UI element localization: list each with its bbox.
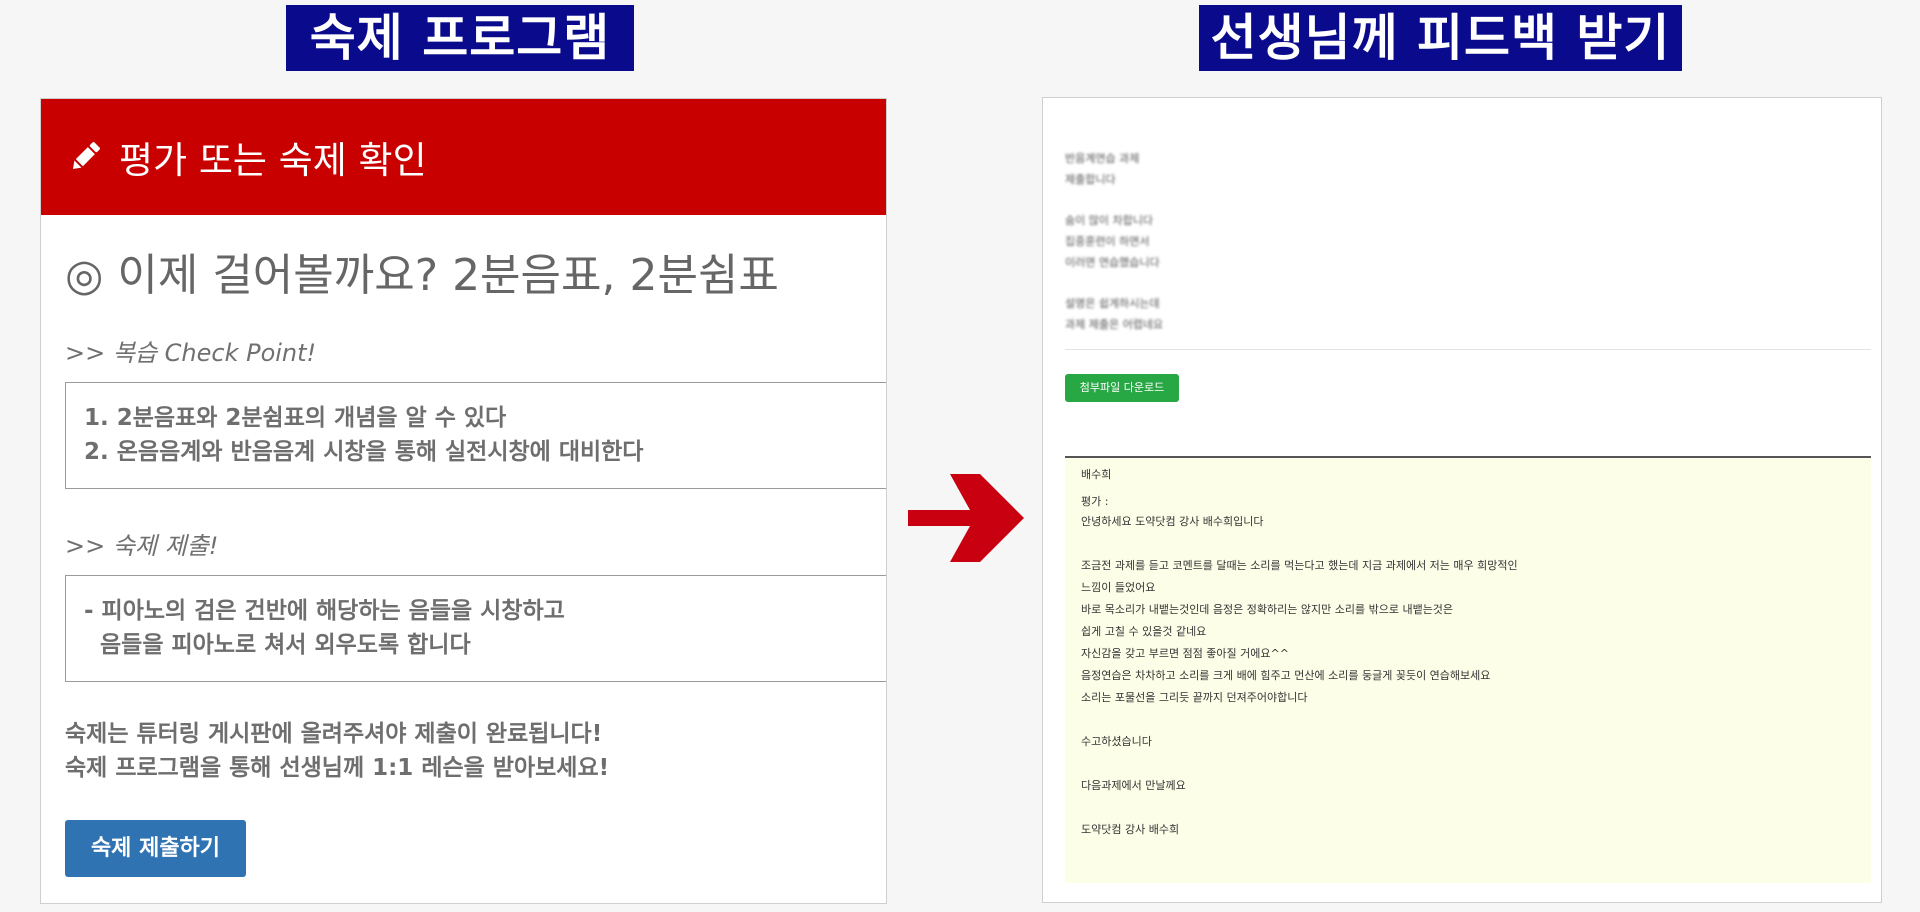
attachment-download-button[interactable]: 첨부파일 다운로드 [1065, 374, 1179, 402]
feedback-line [1081, 753, 1855, 775]
feedback-line: 소리는 포물선을 그리듯 끝까지 던져주어야합니다 [1081, 691, 1308, 704]
pencil-icon [72, 142, 100, 170]
student-post-text: 숨이 많이 차합니다 집중훈련이 하면서 이러면 연습했습니다 [1065, 214, 1160, 269]
submit-homework-button[interactable]: 숙제 제출하기 [65, 820, 246, 877]
review-item: 1. 2분음표와 2분쉼표의 개념을 알 수 있다 [84, 405, 507, 431]
notice-line: 숙제는 튜터링 게시판에 올려주셔야 제출이 완료됩니다! [65, 721, 603, 747]
feedback-line: 수고하셨습니다 [1081, 735, 1152, 748]
review-checkpoint-box: 1. 2분음표와 2분쉼표의 개념을 알 수 있다 2. 온음음계와 반음음계 … [65, 382, 886, 489]
review-checkpoint-label: >> 복습 Check Point! [65, 339, 317, 367]
homework-submit-label: >> 숙제 제출! [65, 532, 219, 560]
feedback-line: 안녕하세요 도약닷컴 강사 배수희입니다 [1081, 515, 1264, 528]
evaluation-label: 평가 : [1081, 495, 1109, 508]
feedback-line: 다음과제에서 만날께요 [1081, 779, 1186, 792]
feedback-line [1081, 709, 1855, 731]
feedback-line: 쉽게 고칠 수 있을것 같네요 [1081, 625, 1207, 638]
feedback-line: 도약닷컴 강사 배수희 [1081, 823, 1180, 836]
homework-program-banner: 숙제 프로그램 [286, 5, 634, 71]
teacher-feedback-banner: 선생님께 피드백 받기 [1199, 5, 1682, 71]
review-item: 2. 온음음계와 반음음계 시창을 통해 실전시창에 대비한다 [84, 439, 644, 465]
feedback-line: 느낌이 들었어요 [1081, 581, 1156, 594]
homework-item: 음들을 피아노로 쳐서 외우도록 합니다 [84, 632, 471, 658]
panel-header: 평가 또는 숙제 확인 [41, 99, 886, 215]
submission-notice: 숙제는 튜터링 게시판에 올려주셔야 제출이 완료됩니다! 숙제 프로그램을 통… [65, 717, 609, 785]
feedback-line [1081, 797, 1855, 819]
feedback-line: 조금전 과제를 듣고 코멘트를 달때는 소리를 먹는다고 했는데 지금 과제에서… [1081, 559, 1518, 572]
right-arrow-icon [908, 474, 1024, 562]
feedback-line: 자신감을 갖고 부르면 점점 좋아질 거에요^^ [1081, 647, 1289, 660]
homework-box: - 피아노의 검은 건반에 해당하는 음들을 시창하고 음들을 피아노로 쳐서 … [65, 575, 886, 682]
student-post-text: 반음계연습 과제 제출합니다 [1065, 152, 1140, 186]
teacher-feedback-box: 배수희 평가 : 안녕하세요 도약닷컴 강사 배수희입니다 조금전 과제를 듣고… [1065, 458, 1871, 883]
lesson-title: ◎ 이제 걸어볼까요? 2분음표, 2분쉼표 [65, 250, 779, 301]
feedback-line: 음정연습은 차차하고 소리를 크게 배에 힘주고 먼산에 소리를 둥글게 꽂듯이… [1081, 669, 1491, 682]
feedback-line: 바로 목소리가 내뱉는것인데 음정은 정확하리는 않지만 소리를 밖으로 내뱉는… [1081, 603, 1454, 616]
homework-item: - 피아노의 검은 건반에 해당하는 음들을 시창하고 [84, 598, 565, 624]
teacher-feedback-panel: 반음계연습 과제 제출합니다 숨이 많이 차합니다 집중훈련이 하면서 이러면 … [1042, 97, 1882, 903]
notice-line: 숙제 프로그램을 통해 선생님께 1:1 레슨을 받아보세요! [65, 755, 610, 781]
homework-check-panel: 평가 또는 숙제 확인 ◎ 이제 걸어볼까요? 2분음표, 2분쉼표 >> 복습… [40, 98, 887, 904]
teacher-name: 배수희 [1081, 468, 1112, 481]
panel-header-title: 평가 또는 숙제 확인 [119, 139, 427, 182]
divider [1065, 349, 1871, 350]
feedback-line [1081, 533, 1855, 555]
student-post-text: 설명은 쉽게하시는데 과제 제출은 어렵네요 [1065, 297, 1164, 331]
